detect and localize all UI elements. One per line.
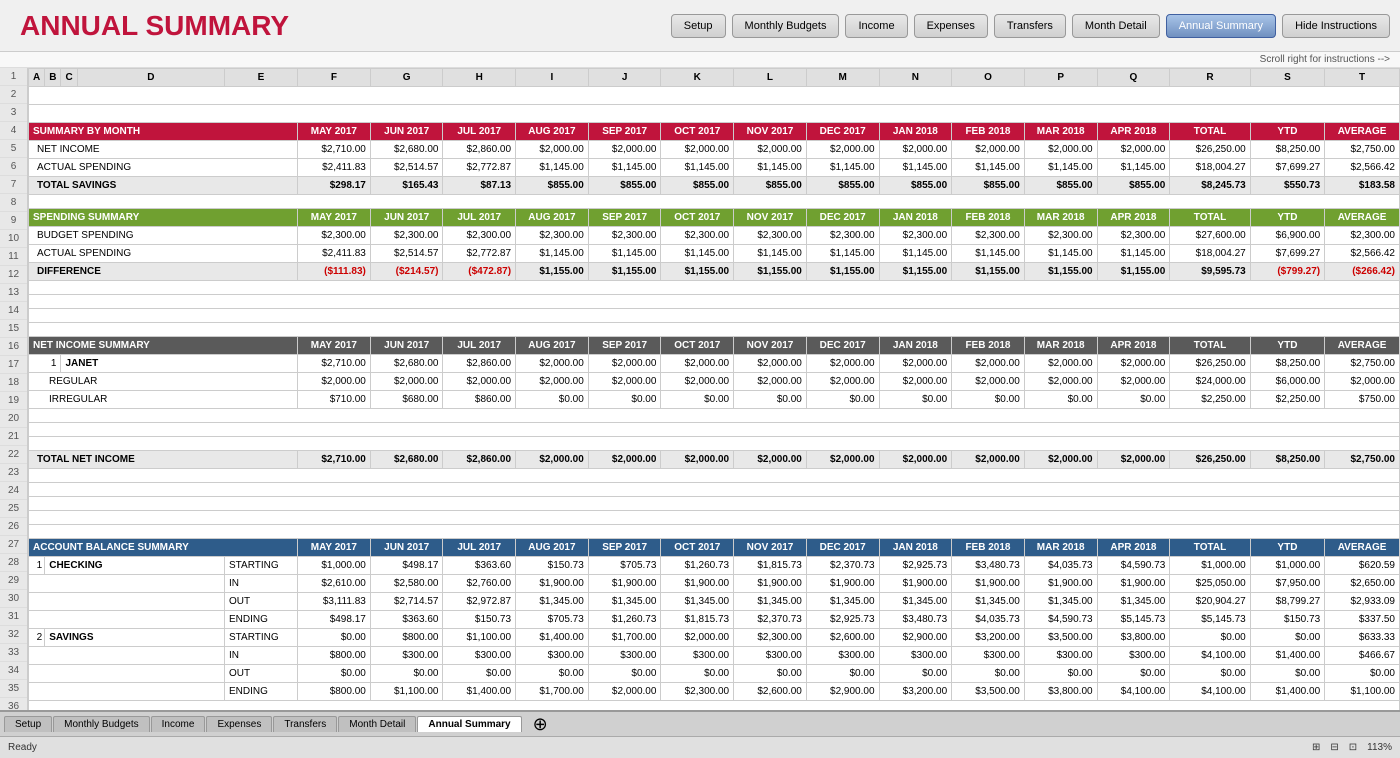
- blank-row-23: [29, 437, 1400, 451]
- blank-row-29: [29, 525, 1400, 539]
- blank-row-21: [29, 409, 1400, 423]
- janet-row: 1 JANET $2,710.00 $2,680.00 $2,860.00 $2…: [29, 355, 1400, 373]
- total-net-income-row: TOTAL NET INCOME $2,710.00 $2,680.00 $2,…: [29, 451, 1400, 469]
- zoom-level: 113%: [1367, 742, 1392, 753]
- tab-monthly-budgets[interactable]: Monthly Budgets: [53, 716, 150, 732]
- actual-spending-ss-row: ACTUAL SPENDING $2,411.83 $2,514.57 $2,7…: [29, 245, 1400, 263]
- blank-row-2: [29, 87, 1400, 105]
- row-numbers: 1 2 3 4 5 6 7 8 9 10 11 12 13 14 15 16 1…: [0, 68, 28, 710]
- expenses-button[interactable]: Expenses: [914, 14, 988, 38]
- checking-ending-row: ENDING $498.17 $363.60 $150.73 $705.73 $…: [29, 611, 1400, 629]
- toolbar: ANNUAL SUMMARY Setup Monthly Budgets Inc…: [0, 0, 1400, 52]
- scroll-hint: Scroll right for instructions -->: [0, 52, 1400, 68]
- savings-ending-row: ENDING $800.00 $1,100.00 $1,400.00 $1,70…: [29, 683, 1400, 701]
- blank-row-14: [29, 295, 1400, 309]
- monthly-budgets-button[interactable]: Monthly Budgets: [732, 14, 840, 38]
- page-layout-icon[interactable]: ⊟: [1330, 742, 1338, 753]
- irregular-row: IRREGULAR $710.00 $680.00 $860.00 $0.00 …: [29, 391, 1400, 409]
- add-sheet-button[interactable]: ⊕: [533, 714, 548, 735]
- income-button[interactable]: Income: [845, 14, 907, 38]
- status-text: Ready: [8, 742, 37, 753]
- tab-income[interactable]: Income: [151, 716, 206, 732]
- net-income-row: NET INCOME $2,710.00 $2,680.00 $2,860.00…: [29, 141, 1400, 159]
- savings-starting-row: 2 SAVINGS STARTING $0.00 $800.00 $1,100.…: [29, 629, 1400, 647]
- tab-bar: Setup Monthly Budgets Income Expenses Tr…: [0, 710, 1400, 736]
- regular-row: REGULAR $2,000.00 $2,000.00 $2,000.00 $2…: [29, 373, 1400, 391]
- blank-row-13: [29, 281, 1400, 295]
- total-savings-row: TOTAL SAVINGS $298.17 $165.43 $87.13 $85…: [29, 177, 1400, 195]
- grid-view-icon[interactable]: ⊞: [1312, 742, 1320, 753]
- blank-row-15: [29, 309, 1400, 323]
- col-header-row: A B C D E F G H I J K L M N O P Q: [29, 69, 1400, 87]
- data-table: A B C D E F G H I J K L M N O P Q: [28, 68, 1400, 710]
- blank-row-27: [29, 497, 1400, 511]
- tab-month-detail[interactable]: Month Detail: [338, 716, 416, 732]
- blank-row-8: [29, 195, 1400, 209]
- blank-row-25: [29, 469, 1400, 483]
- spending-summary-header: SPENDING SUMMARY MAY 2017 JUN 2017 JUL 2…: [29, 209, 1400, 227]
- summary-by-month-header: SUMMARY BY MONTH MAY 2017 JUN 2017 JUL 2…: [29, 123, 1400, 141]
- blank-row-22: [29, 423, 1400, 437]
- toolbar-buttons: Setup Monthly Budgets Income Expenses Tr…: [671, 14, 1390, 38]
- checking-in-row: IN $2,610.00 $2,580.00 $2,760.00 $1,900.…: [29, 575, 1400, 593]
- hide-instructions-button[interactable]: Hide Instructions: [1282, 14, 1390, 38]
- page-break-icon[interactable]: ⊡: [1349, 742, 1357, 753]
- savings-in-row: IN $800.00 $300.00 $300.00 $300.00 $300.…: [29, 647, 1400, 665]
- page-title: ANNUAL SUMMARY: [10, 10, 289, 42]
- blank-row-28: [29, 511, 1400, 525]
- blank-row-26: [29, 483, 1400, 497]
- tab-expenses[interactable]: Expenses: [206, 716, 272, 732]
- tab-annual-summary[interactable]: Annual Summary: [417, 716, 521, 732]
- main-grid: A B C D E F G H I J K L M N O P Q: [28, 68, 1400, 710]
- setup-button[interactable]: Setup: [671, 14, 726, 38]
- transfers-button[interactable]: Transfers: [994, 14, 1066, 38]
- sheet-area: 1 2 3 4 5 6 7 8 9 10 11 12 13 14 15 16 1…: [0, 68, 1400, 710]
- annual-summary-button[interactable]: Annual Summary: [1166, 14, 1276, 38]
- difference-row: DIFFERENCE ($111.83) ($214.57) ($472.87)…: [29, 263, 1400, 281]
- blank-row-16: [29, 323, 1400, 337]
- actual-spending-row: ACTUAL SPENDING $2,411.83 $2,514.57 $2,7…: [29, 159, 1400, 177]
- tab-transfers[interactable]: Transfers: [273, 716, 337, 732]
- checking-out-row: OUT $3,111.83 $2,714.57 $2,972.87 $1,345…: [29, 593, 1400, 611]
- blank-row-39: [29, 701, 1400, 711]
- blank-row-3: [29, 105, 1400, 123]
- net-income-summary-header: NET INCOME SUMMARY MAY 2017 JUN 2017 JUL…: [29, 337, 1400, 355]
- savings-out-row: OUT $0.00 $0.00 $0.00 $0.00 $0.00 $0.00 …: [29, 665, 1400, 683]
- spreadsheet: ANNUAL SUMMARY Setup Monthly Budgets Inc…: [0, 0, 1400, 758]
- budget-spending-row: BUDGET SPENDING $2,300.00 $2,300.00 $2,3…: [29, 227, 1400, 245]
- checking-starting-row: 1 CHECKING STARTING $1,000.00 $498.17 $3…: [29, 557, 1400, 575]
- tab-setup[interactable]: Setup: [4, 716, 52, 732]
- account-balance-header: ACCOUNT BALANCE SUMMARY MAY 2017 JUN 201…: [29, 539, 1400, 557]
- month-detail-button[interactable]: Month Detail: [1072, 14, 1160, 38]
- status-bar: Ready ⊞ ⊟ ⊡ 113%: [0, 736, 1400, 758]
